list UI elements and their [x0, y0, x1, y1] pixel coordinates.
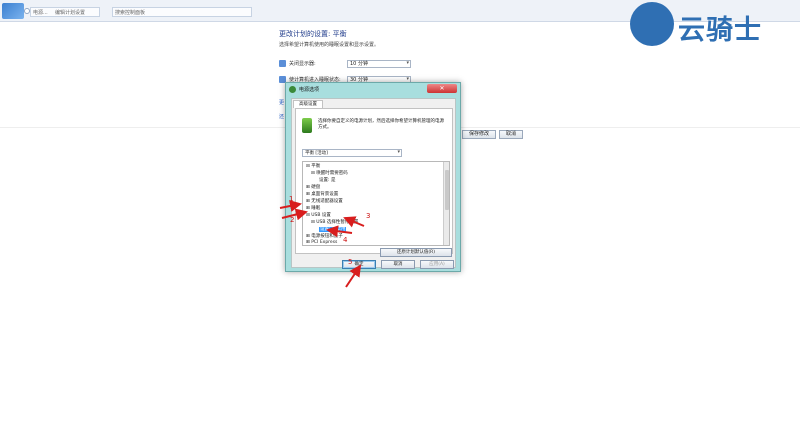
- arrow-5: [345, 264, 362, 288]
- step-number-4: 4: [343, 236, 348, 244]
- step-number-2: 2: [290, 216, 295, 224]
- step-number-1: 1: [289, 195, 294, 203]
- step-number-5: 5: [348, 258, 353, 266]
- arrow-4: [326, 225, 353, 238]
- arrow-3: [343, 216, 365, 228]
- tutorial-arrows: [279, 200, 365, 288]
- arrow-1: [279, 200, 302, 212]
- step-number-3: 3: [366, 212, 371, 220]
